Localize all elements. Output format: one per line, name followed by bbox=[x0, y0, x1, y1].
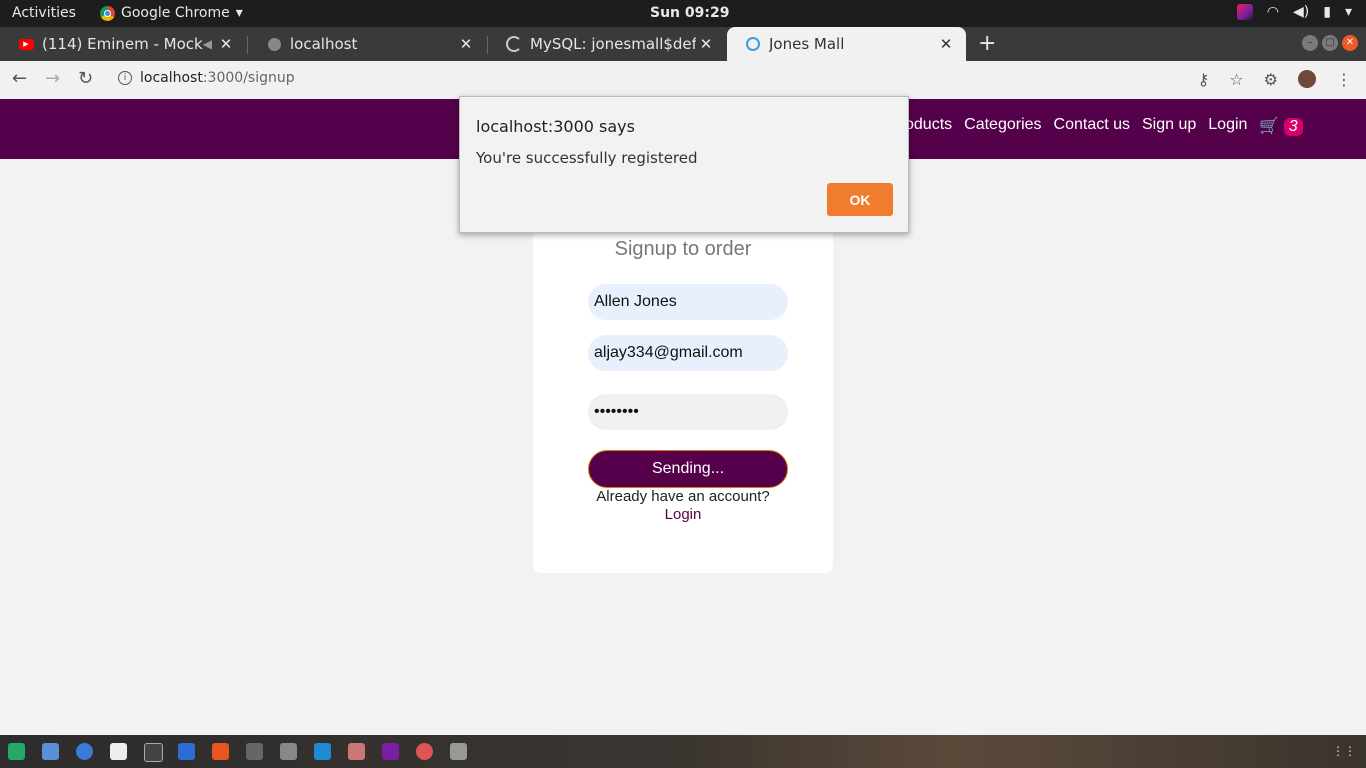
wifi-icon[interactable]: ◠ bbox=[1267, 4, 1279, 20]
star-icon[interactable]: ☆ bbox=[1229, 70, 1243, 89]
clock[interactable]: Sun 09:29 bbox=[650, 5, 729, 21]
minimize-icon[interactable]: – bbox=[1302, 35, 1318, 51]
tab-mysql[interactable]: MySQL: jonesmall$defaul ✕ bbox=[488, 27, 726, 61]
login-link[interactable]: Login bbox=[533, 506, 833, 523]
signup-heading: Signup to order bbox=[614, 238, 752, 260]
jetbrains-icon[interactable] bbox=[382, 743, 399, 760]
tab-youtube[interactable]: ▶ (114) Eminem - Mockin ◀ ✕ bbox=[0, 27, 246, 61]
text-editor-icon[interactable] bbox=[42, 743, 59, 760]
password-input[interactable] bbox=[588, 394, 788, 430]
youtube-icon: ▶ bbox=[18, 36, 34, 52]
vscode-icon[interactable] bbox=[314, 743, 331, 760]
close-icon[interactable]: ✕ bbox=[936, 35, 956, 53]
chrome-icon bbox=[100, 5, 115, 21]
terminal-icon[interactable] bbox=[144, 743, 163, 762]
name-input[interactable] bbox=[588, 284, 788, 320]
cart-count-badge: 3 bbox=[1283, 118, 1303, 136]
email-input[interactable] bbox=[588, 335, 788, 371]
chevron-down-icon: ▾ bbox=[235, 5, 243, 21]
url-path: :3000/signup bbox=[202, 70, 295, 86]
cart-button[interactable]: 🛒 3 bbox=[1259, 116, 1303, 136]
close-icon[interactable]: ✕ bbox=[456, 35, 476, 53]
app-menu[interactable]: Google Chrome ▾ bbox=[100, 5, 243, 21]
window-controls: – □ ✕ bbox=[1302, 35, 1358, 51]
nav-links: oducts Categories Contact us Sign up Log… bbox=[905, 116, 1303, 136]
system-top-bar: Activities Google Chrome ▾ Sun 09:29 ◠ ◀… bbox=[0, 0, 1366, 27]
chrome-dock-icon[interactable] bbox=[246, 743, 263, 760]
extension-icon[interactable]: ⚙ bbox=[1264, 70, 1278, 89]
activities-button[interactable]: Activities bbox=[12, 5, 76, 21]
tab-jones-mall[interactable]: Jones Mall ✕ bbox=[727, 27, 966, 61]
globe-icon bbox=[266, 36, 282, 52]
submit-button[interactable]: Sending... bbox=[588, 450, 788, 488]
address-bar[interactable]: i localhost:3000/signup bbox=[118, 70, 295, 86]
archive-icon[interactable] bbox=[348, 743, 365, 760]
files-icon[interactable] bbox=[178, 743, 195, 760]
speaker-icon[interactable]: ◀ bbox=[203, 37, 212, 51]
info-icon[interactable]: i bbox=[118, 71, 132, 85]
window-close-icon[interactable]: ✕ bbox=[1342, 35, 1358, 51]
help-icon[interactable] bbox=[76, 743, 93, 760]
nav-link-login[interactable]: Login bbox=[1208, 116, 1247, 136]
tab-title: MySQL: jonesmall$defaul bbox=[530, 35, 696, 53]
system-monitor-icon[interactable] bbox=[8, 743, 25, 760]
workbench-icon[interactable] bbox=[450, 743, 467, 760]
close-icon[interactable]: ✕ bbox=[696, 35, 716, 53]
show-apps-icon[interactable]: ⋮⋮ bbox=[1332, 744, 1356, 758]
loading-icon bbox=[506, 36, 522, 52]
browser-toolbar: ← → ↻ i localhost:3000/signup ⚷ ☆ ⚙ ⋮ bbox=[0, 61, 1366, 100]
nav-link-contact[interactable]: Contact us bbox=[1054, 116, 1130, 136]
cart-icon: 🛒 bbox=[1259, 118, 1280, 135]
back-arrow-icon[interactable]: ← bbox=[12, 68, 27, 89]
app-indicator-icon[interactable] bbox=[1236, 4, 1253, 20]
tab-localhost[interactable]: localhost ✕ bbox=[248, 27, 486, 61]
software-center-icon[interactable] bbox=[212, 743, 229, 760]
dialog-title: localhost:3000 says bbox=[476, 117, 635, 136]
nav-link-products[interactable]: oducts bbox=[905, 116, 952, 136]
ok-button[interactable]: OK bbox=[827, 183, 893, 216]
video-icon[interactable] bbox=[280, 743, 297, 760]
url-host: localhost bbox=[140, 70, 203, 86]
volume-icon[interactable]: ◀) bbox=[1293, 4, 1309, 20]
dialog-message: You're successfully registered bbox=[476, 149, 698, 167]
system-tray[interactable]: ◠ ◀) ▮ ▾ bbox=[1236, 4, 1352, 20]
profile-avatar[interactable] bbox=[1298, 70, 1316, 88]
tab-title: (114) Eminem - Mockin bbox=[42, 35, 203, 53]
menu-icon[interactable]: ⋮ bbox=[1336, 70, 1352, 89]
taskbar: ⋮⋮ bbox=[0, 735, 1366, 768]
react-icon bbox=[745, 36, 761, 52]
key-icon[interactable]: ⚷ bbox=[1198, 70, 1210, 89]
tab-strip: ▶ (114) Eminem - Mockin ◀ ✕ localhost ✕ … bbox=[0, 27, 1366, 61]
new-tab-button[interactable]: + bbox=[978, 31, 996, 56]
chevron-down-icon[interactable]: ▾ bbox=[1345, 4, 1352, 20]
close-icon[interactable]: ✕ bbox=[216, 35, 236, 53]
app-name: Google Chrome bbox=[121, 5, 230, 21]
already-have-account-text: Already have an account? bbox=[596, 488, 770, 505]
nav-link-signup[interactable]: Sign up bbox=[1142, 116, 1196, 136]
alert-dialog: localhost:3000 says You're successfully … bbox=[459, 96, 909, 233]
forward-arrow-icon[interactable]: → bbox=[45, 68, 60, 89]
amazon-icon[interactable] bbox=[110, 743, 127, 760]
battery-icon[interactable]: ▮ bbox=[1323, 4, 1331, 20]
reload-icon[interactable]: ↻ bbox=[78, 68, 93, 89]
maximize-icon[interactable]: □ bbox=[1322, 35, 1338, 51]
tab-title: Jones Mall bbox=[769, 35, 845, 53]
settings-icon[interactable] bbox=[416, 743, 433, 760]
signup-card: Signup to order Sending... Already have … bbox=[533, 220, 833, 573]
toolbar-actions: ⚷ ☆ ⚙ ⋮ bbox=[1198, 70, 1352, 89]
tab-title: localhost bbox=[290, 35, 358, 53]
nav-link-categories[interactable]: Categories bbox=[964, 116, 1041, 136]
